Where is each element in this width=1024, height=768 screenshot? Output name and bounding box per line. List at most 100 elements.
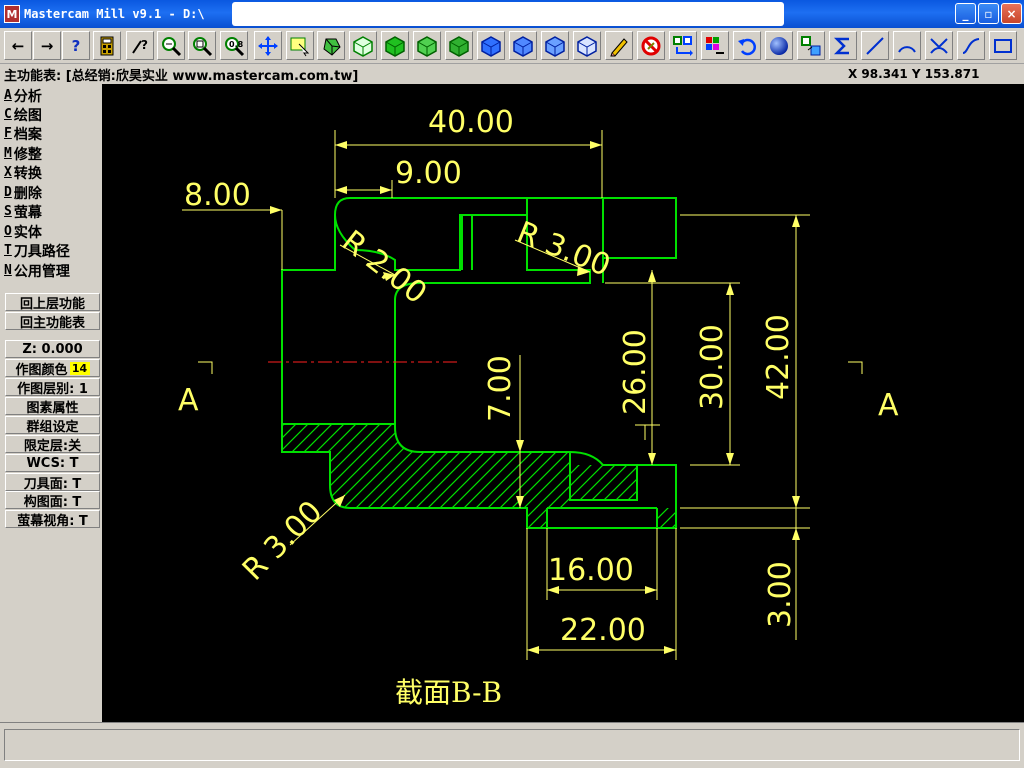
cplane-side-button[interactable]: [541, 31, 569, 60]
hotkey: N: [4, 263, 12, 278]
hotkey: M: [4, 146, 12, 161]
groups-button[interactable]: 群组设定: [5, 416, 100, 435]
color-button[interactable]: 作图颜色 14: [5, 359, 100, 378]
front-view-button[interactable]: [413, 31, 441, 60]
calculator-button[interactable]: [93, 31, 121, 60]
prompt-field: [4, 729, 1020, 761]
dim-40-line: [334, 130, 603, 198]
level-manager-button[interactable]: [669, 31, 697, 60]
main-toolbar: ← → ? ? 0.8: [0, 28, 1024, 64]
menu-label: 档案: [13, 126, 42, 143]
z-depth-button[interactable]: Z: 0.000: [5, 340, 100, 358]
top-view-button[interactable]: [381, 31, 409, 60]
dim-42-text: 42.00: [761, 314, 796, 400]
cplane-top-button[interactable]: [477, 31, 505, 60]
spline-button[interactable]: [957, 31, 985, 60]
maximize-button[interactable]: ▫: [978, 3, 999, 24]
close-button[interactable]: ×: [1001, 3, 1022, 24]
clear-colors-button[interactable]: [605, 31, 633, 60]
unzoom-button[interactable]: [188, 31, 216, 60]
menu-item-create[interactable]: C 绘图: [4, 105, 42, 124]
rectangle-icon: [994, 38, 1012, 53]
menu-label: 转换: [13, 165, 42, 182]
top-slot-line: [461, 215, 473, 270]
dimension-lines: [182, 130, 863, 660]
menu-label: 实体: [13, 224, 42, 241]
section-arrow-left: [198, 361, 213, 374]
cplane-3d-button[interactable]: [573, 31, 601, 60]
analyze-query-icon: ?: [132, 38, 148, 54]
shade-button[interactable]: [765, 31, 793, 60]
view-rotate-button[interactable]: [317, 31, 345, 60]
rectangle-button[interactable]: [989, 31, 1017, 60]
hotkey: F: [4, 126, 12, 141]
menu-item-modify[interactable]: M 修整: [4, 144, 42, 163]
side-view-button[interactable]: [445, 31, 473, 60]
menu-item-solids[interactable]: O 实体: [4, 222, 42, 241]
zoom-window-button[interactable]: [157, 31, 185, 60]
fillet-button[interactable]: [925, 31, 953, 60]
back-button[interactable]: ←: [4, 31, 32, 60]
mask-button[interactable]: 限定层:关: [5, 435, 100, 454]
arrow-left-icon: ←: [11, 36, 25, 55]
change-colors-button[interactable]: [701, 31, 729, 60]
minimize-button[interactable]: _: [955, 3, 976, 24]
status-bar: [0, 722, 1024, 768]
menu-item-file[interactable]: F 档案: [4, 124, 42, 143]
section-hatch-lower: [282, 424, 637, 508]
zoom-scale-button[interactable]: 0.8: [220, 31, 248, 60]
menu-label: 修整: [13, 146, 42, 163]
dim-r3-top-text: R 3.00: [512, 215, 615, 284]
help-button[interactable]: ?: [62, 31, 90, 60]
sum-button[interactable]: [829, 31, 857, 60]
menu-item-delete[interactable]: D 删除: [4, 183, 42, 202]
menu-item-analyze[interactable]: A 分析: [4, 86, 42, 105]
cursor-coordinates: X 98.341 Y 153.871: [848, 67, 980, 81]
dim-7-text: 7.00: [483, 355, 518, 422]
cube-blue-outline-icon: [577, 35, 597, 57]
tool-plane-button[interactable]: 刀具面: T: [5, 473, 100, 492]
analyze-button[interactable]: ?: [126, 31, 154, 60]
dim-r2-text: R 2.00: [335, 224, 433, 311]
dim-16-text: 16.00: [548, 553, 634, 588]
graphics-view-button[interactable]: 萤幕视角: T: [5, 510, 100, 529]
mastercam-app-icon[interactable]: M: [4, 5, 20, 23]
menu-item-xform[interactable]: X 转换: [4, 163, 42, 182]
dim-9-text: 9.00: [395, 156, 462, 191]
cplane-front-button[interactable]: [509, 31, 537, 60]
menu-item-nc-utils[interactable]: N 公用管理: [4, 261, 70, 280]
forward-button[interactable]: →: [33, 31, 61, 60]
select-button[interactable]: [286, 31, 314, 60]
line-button[interactable]: [861, 31, 889, 60]
delete-button[interactable]: [637, 31, 665, 60]
menu-item-toolpaths[interactable]: T 刀具路径: [4, 241, 70, 260]
select-cursor-icon: [290, 37, 310, 56]
menu-label: 删除: [13, 185, 42, 202]
menu-item-screen[interactable]: S 萤幕: [4, 202, 42, 221]
svg-text:0.8: 0.8: [229, 40, 244, 49]
back-up-button[interactable]: 回上层功能: [5, 293, 100, 312]
arc-button[interactable]: [893, 31, 921, 60]
iso-view-button[interactable]: [349, 31, 377, 60]
zoom-scale-icon: 0.8: [225, 36, 245, 56]
attributes-button[interactable]: 图素属性: [5, 397, 100, 416]
undo-button[interactable]: [733, 31, 761, 60]
title-bar: M Mastercam Mill v9.1 - D:\ _ ▫ ×: [0, 0, 1024, 28]
hotkey: C: [4, 107, 12, 122]
wcs-button[interactable]: WCS: T: [5, 454, 100, 472]
cube-blue-front-icon: [513, 35, 533, 57]
spline-icon: [962, 37, 980, 54]
top-flange: [334, 197, 528, 216]
fillet-icon: [930, 37, 948, 54]
graphics-canvas[interactable]: 40.00 9.00 8.00 R 2.00 R 3.00 26.00 30.0…: [102, 84, 1024, 722]
main-menu-button[interactable]: 回主功能表: [5, 312, 100, 331]
construction-plane-button[interactable]: 构图面: T: [5, 491, 100, 510]
dim-26-text: 26.00: [618, 329, 653, 415]
pan-button[interactable]: [254, 31, 282, 60]
cube-outline-icon: [353, 35, 373, 57]
section-label-left: A: [178, 383, 199, 418]
hotkey: T: [4, 243, 12, 258]
cube-front-icon: [417, 35, 437, 57]
transform-button[interactable]: [797, 31, 825, 60]
level-button[interactable]: 作图层别: 1: [5, 378, 100, 397]
